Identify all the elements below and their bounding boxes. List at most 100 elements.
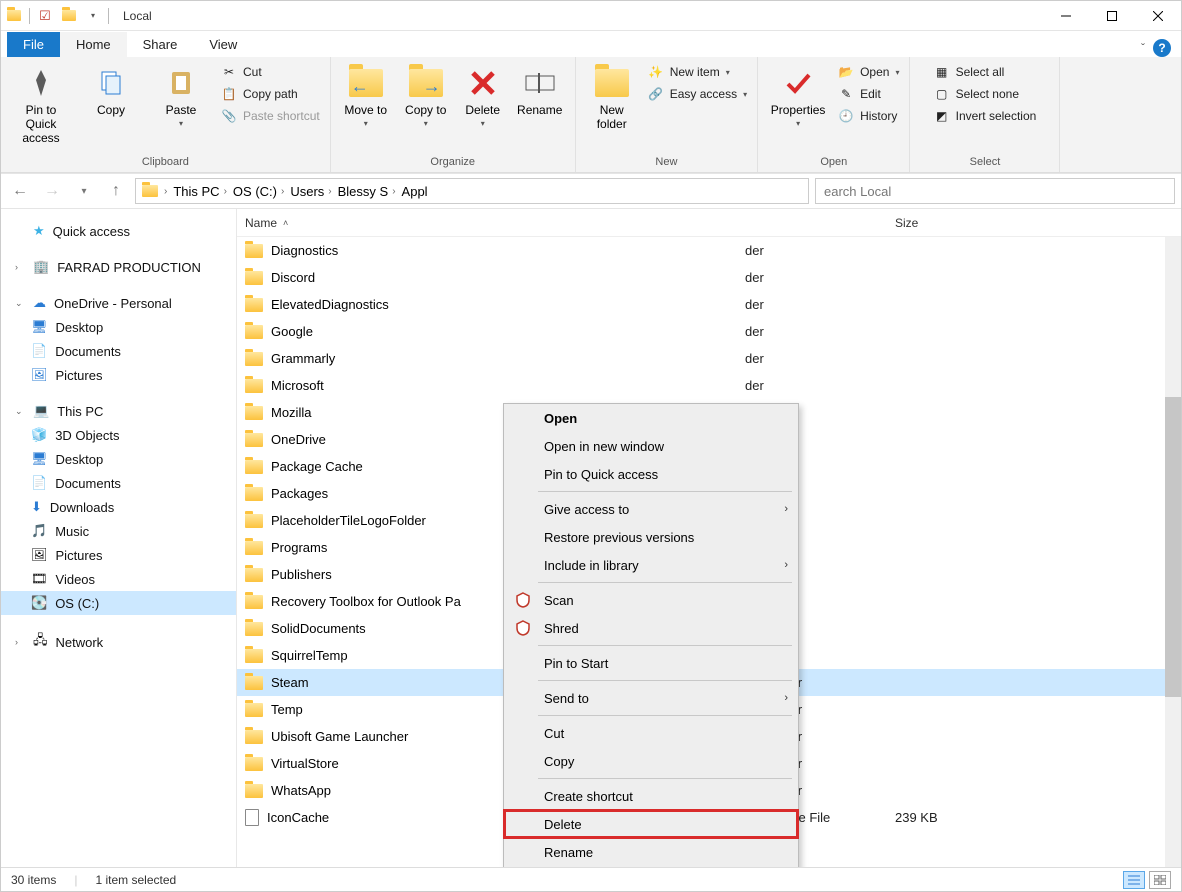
details-view-button[interactable]	[1123, 871, 1145, 889]
search-input[interactable]: earch Local	[815, 178, 1175, 204]
sidebar-od-desktop[interactable]: 🖥Desktop	[1, 315, 236, 339]
select-none-button[interactable]: ▢Select none	[932, 85, 1039, 103]
sidebar-network[interactable]: ›🖧Network	[1, 627, 236, 657]
column-name[interactable]: Name ˄	[245, 216, 575, 230]
tab-home[interactable]: Home	[60, 32, 127, 57]
column-headers[interactable]: Name ˄ Size	[237, 209, 1181, 237]
cut-button[interactable]: ✂Cut	[219, 63, 322, 81]
file-row[interactable]: Grammarlyder	[237, 345, 1181, 372]
paste-button[interactable]: Paste ▾	[149, 61, 213, 128]
help-icon[interactable]: ?	[1153, 39, 1171, 57]
maximize-button[interactable]	[1089, 1, 1135, 31]
newfolder-qat-icon[interactable]	[60, 7, 78, 25]
cm-rename[interactable]: Rename	[504, 838, 798, 866]
cm-scan[interactable]: Scan	[504, 586, 798, 614]
rename-button[interactable]: Rename	[513, 61, 567, 117]
forward-button[interactable]: →	[39, 178, 65, 204]
sidebar-od-documents[interactable]: 📄Documents	[1, 339, 236, 363]
shield-icon	[514, 619, 532, 637]
file-row[interactable]: ElevatedDiagnosticsder	[237, 291, 1181, 318]
address-bar[interactable]: › This PC› OS (C:)› Users› Blessy S› App…	[135, 178, 809, 204]
cm-cut[interactable]: Cut	[504, 719, 798, 747]
collapse-ribbon-icon[interactable]: ˇ	[1141, 41, 1145, 55]
icons-view-button[interactable]	[1149, 871, 1171, 889]
invert-selection-button[interactable]: ◩Invert selection	[932, 107, 1039, 125]
copy-path-button[interactable]: 📋Copy path	[219, 85, 322, 103]
edit-button[interactable]: ✎Edit	[836, 85, 901, 103]
nav-pane[interactable]: ★Quick access ›🏢FARRAD PRODUCTION ⌄☁OneD…	[1, 209, 237, 867]
sidebar-onedrive[interactable]: ⌄☁OneDrive - Personal	[1, 291, 236, 315]
select-all-button[interactable]: ▦Select all	[932, 63, 1039, 81]
path-icon: 📋	[221, 86, 237, 102]
crumb-4[interactable]: Appl	[402, 184, 428, 199]
up-button[interactable]: ↑	[103, 178, 129, 204]
paste-shortcut-button[interactable]: 📎Paste shortcut	[219, 107, 322, 125]
history-button[interactable]: 🕘History	[836, 107, 901, 125]
cm-pin-start[interactable]: Pin to Start	[504, 649, 798, 677]
sidebar-this-pc[interactable]: ⌄💻This PC	[1, 399, 236, 423]
column-size[interactable]: Size	[895, 216, 1181, 230]
tab-share[interactable]: Share	[127, 32, 194, 57]
cm-give-access[interactable]: Give access to›	[504, 495, 798, 523]
cell-type: der	[745, 297, 895, 312]
minimize-button[interactable]	[1043, 1, 1089, 31]
copy-to-button[interactable]: → Copy to▾	[399, 61, 453, 128]
properties-qat-icon[interactable]: ☑	[36, 7, 54, 25]
easy-access-button[interactable]: 🔗Easy access ▾	[646, 85, 749, 103]
cm-pin-quick[interactable]: Pin to Quick access	[504, 460, 798, 488]
file-row[interactable]: Discordder	[237, 264, 1181, 291]
cm-shred[interactable]: Shred	[504, 614, 798, 642]
sidebar-pictures[interactable]: 🖼Pictures	[1, 543, 236, 567]
sidebar-farrad[interactable]: ›🏢FARRAD PRODUCTION	[1, 255, 236, 279]
sidebar-od-pictures[interactable]: 🖼Pictures	[1, 363, 236, 387]
folder-icon	[245, 703, 263, 717]
file-row[interactable]: Microsoftder	[237, 372, 1181, 399]
file-row[interactable]: Diagnosticsder	[237, 237, 1181, 264]
cm-restore-versions[interactable]: Restore previous versions	[504, 523, 798, 551]
open-button[interactable]: 📂Open ▾	[836, 63, 901, 81]
new-folder-button[interactable]: New folder	[584, 61, 640, 131]
sidebar-desktop[interactable]: 🖥Desktop	[1, 447, 236, 471]
scrollbar-thumb[interactable]	[1165, 397, 1181, 697]
new-item-button[interactable]: ✨New item ▾	[646, 63, 749, 81]
sidebar-os-c[interactable]: 💽OS (C:)	[1, 591, 236, 615]
close-button[interactable]	[1135, 1, 1181, 31]
sidebar-videos[interactable]: 🎞Videos	[1, 567, 236, 591]
file-row[interactable]: Googleder	[237, 318, 1181, 345]
cm-create-shortcut[interactable]: Create shortcut	[504, 782, 798, 810]
newfolder-label: New folder	[584, 103, 640, 131]
move-to-button[interactable]: ← Move to▾	[339, 61, 393, 128]
pin-quick-access-button[interactable]: Pin to Quick access	[9, 61, 73, 145]
select-group-label: Select	[970, 154, 1001, 172]
folder-icon	[245, 271, 263, 285]
crumb-2[interactable]: Users›	[290, 184, 331, 199]
sidebar-downloads[interactable]: ⬇Downloads	[1, 495, 236, 519]
crumb-1[interactable]: OS (C:)›	[233, 184, 284, 199]
properties-button[interactable]: Properties▾	[766, 61, 830, 128]
tab-view[interactable]: View	[193, 32, 253, 57]
scissors-icon: ✂	[221, 64, 237, 80]
tab-file[interactable]: File	[7, 32, 60, 57]
cm-include-library[interactable]: Include in library›	[504, 551, 798, 579]
sidebar-3dobjects[interactable]: 🧊3D Objects	[1, 423, 236, 447]
cm-copy[interactable]: Copy	[504, 747, 798, 775]
back-button[interactable]: ←	[7, 178, 33, 204]
rename-icon	[522, 65, 558, 101]
moveto-label: Move to	[344, 103, 387, 117]
cm-delete[interactable]: Delete	[504, 810, 798, 838]
scrollbar-track[interactable]	[1165, 237, 1181, 867]
delete-button[interactable]: Delete▾	[459, 61, 507, 128]
cm-open-new-window[interactable]: Open in new window	[504, 432, 798, 460]
crumb-0[interactable]: This PC›	[173, 184, 227, 199]
recent-dropdown-icon[interactable]: ▾	[71, 178, 97, 204]
crumb-3[interactable]: Blessy S›	[338, 184, 396, 199]
sidebar-music[interactable]: 🎵Music	[1, 519, 236, 543]
copy-button[interactable]: Copy	[79, 61, 143, 117]
cm-send-to[interactable]: Send to›	[504, 684, 798, 712]
cm-open[interactable]: Open	[504, 404, 798, 432]
sidebar-quick-access[interactable]: ★Quick access	[1, 219, 236, 243]
chevron-right-icon[interactable]: ›	[164, 186, 167, 197]
sidebar-documents[interactable]: 📄Documents	[1, 471, 236, 495]
folder-icon	[5, 7, 23, 25]
qat-dropdown-icon[interactable]: ▾	[84, 7, 102, 25]
